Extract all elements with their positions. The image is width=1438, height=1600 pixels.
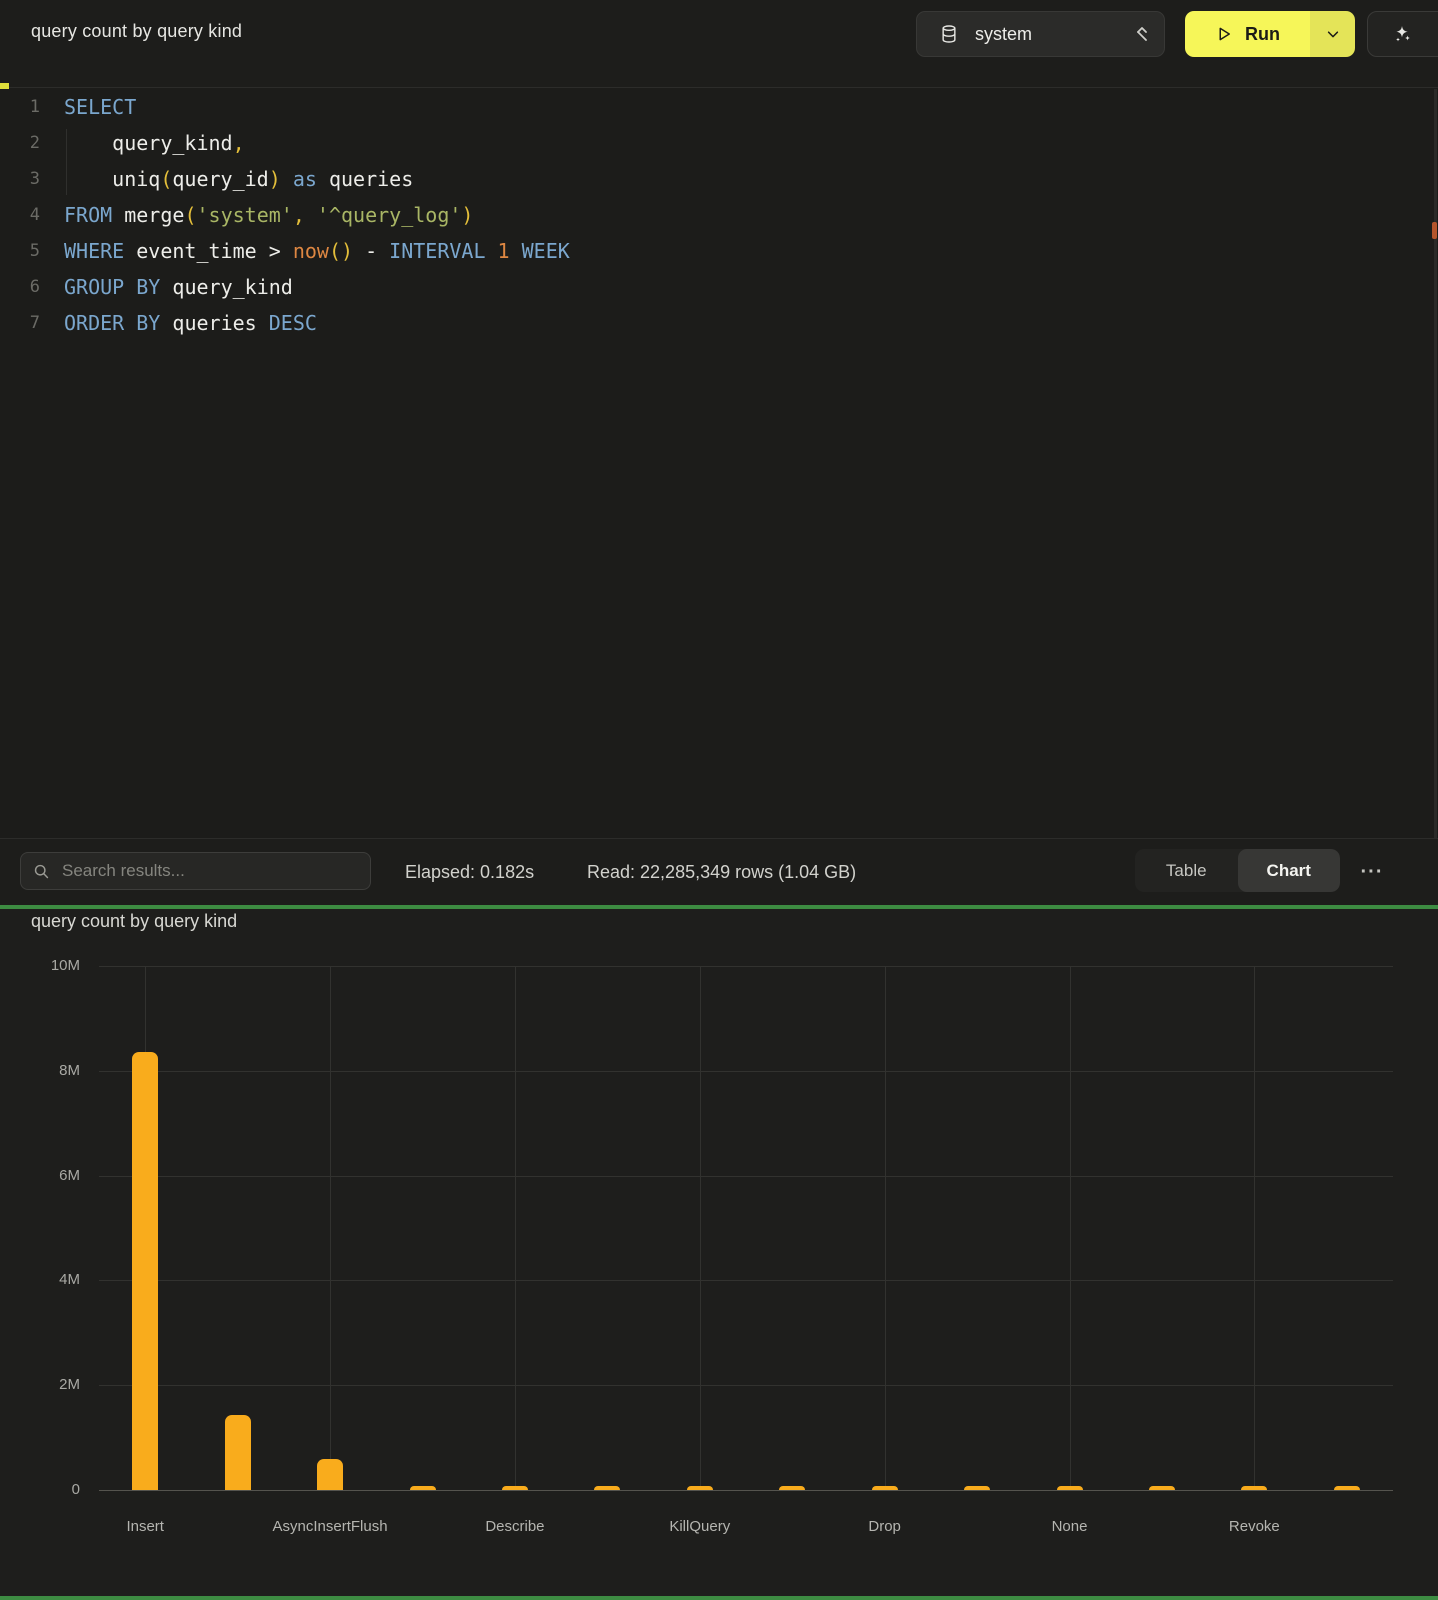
x-tick-label: None [980,1518,1160,1535]
search-icon [33,863,50,880]
y-tick-label: 8M [20,1062,80,1079]
tab-table[interactable]: Table [1135,849,1238,892]
gridline [99,1071,1393,1072]
chevron-down-icon [1326,27,1340,41]
play-icon [1215,25,1233,43]
line-number: 4 [0,197,40,233]
gridline [99,1385,1393,1386]
bar[interactable] [1057,1486,1083,1490]
bar[interactable] [410,1486,436,1490]
line-number: 5 [0,233,40,269]
database-selector[interactable]: system [916,11,1165,57]
query-tab-title: query count by query kind [31,21,242,42]
code-lines: 1SELECT2 query_kind,3 uniq(query_id) as … [0,89,1438,341]
code-line: 7ORDER BY queries DESC [0,305,1438,341]
bar[interactable] [502,1486,528,1490]
y-tick-label: 6M [20,1167,80,1184]
indent-guide [66,129,67,195]
top-bar: query count by query kind system [0,0,1438,88]
gridline [700,966,701,1490]
x-tick-label: Insert [55,1518,235,1535]
x-tick-label: KillQuery [610,1518,790,1535]
line-number: 1 [0,89,40,125]
run-options-button[interactable] [1310,11,1355,57]
bar[interactable] [317,1459,343,1490]
line-number: 2 [0,125,40,161]
code-line: 6GROUP BY query_kind [0,269,1438,305]
bar[interactable] [872,1486,898,1490]
bar[interactable] [1334,1486,1360,1490]
line-number: 7 [0,305,40,341]
database-icon [939,23,959,45]
run-button-label: Run [1245,24,1280,45]
y-tick-label: 2M [20,1376,80,1393]
database-selector-value: system [975,24,1134,45]
bar[interactable] [779,1486,805,1490]
gridline [885,966,886,1490]
code-line: 5WHERE event_time > now() - INTERVAL 1 W… [0,233,1438,269]
sql-console: query count by query kind system [0,0,1438,1600]
results-toolbar: Elapsed: 0.182s Read: 22,285,349 rows (1… [0,838,1438,905]
elapsed-stat: Elapsed: 0.182s [405,839,534,906]
view-toggle: Table Chart [1135,849,1340,892]
code-line: 1SELECT [0,89,1438,125]
ai-assistant-button[interactable] [1367,11,1438,57]
tab-chart[interactable]: Chart [1238,849,1341,892]
y-tick-label: 4M [20,1271,80,1288]
read-stat: Read: 22,285,349 rows (1.04 GB) [587,839,856,906]
y-tick-label: 0 [20,1481,80,1498]
chevron-updown-icon [1134,24,1150,44]
code-line: 4FROM merge('system', '^query_log') [0,197,1438,233]
gridline [515,966,516,1490]
run-button-group: Run [1185,11,1355,57]
code-line: 3 uniq(query_id) as queries [0,161,1438,197]
x-axis-line [99,1490,1393,1491]
bar[interactable] [964,1486,990,1490]
x-tick-label: AsyncInsertFlush [240,1518,420,1535]
x-tick-label: Describe [425,1518,605,1535]
bar[interactable] [132,1052,158,1490]
x-tick-label: Drop [795,1518,975,1535]
chart-panel: query count by query kind 0 2M 4M 6M 8M 10M In… [0,909,1438,1600]
x-tick-label: Revoke [1164,1518,1344,1535]
y-tick-label: 10M [20,957,80,974]
gridline [99,1176,1393,1177]
line-number: 6 [0,269,40,305]
more-options-button[interactable]: ··· [1354,839,1390,906]
code-line: 2 query_kind, [0,125,1438,161]
chart-title: query count by query kind [31,911,237,932]
gridline [330,966,331,1490]
bar[interactable] [1149,1486,1175,1490]
search-results-box [20,852,371,890]
gridline [99,1280,1393,1281]
bar[interactable] [594,1486,620,1490]
run-button[interactable]: Run [1185,11,1310,57]
sql-editor[interactable]: 1SELECT2 query_kind,3 uniq(query_id) as … [0,89,1438,838]
bar[interactable] [1241,1486,1267,1490]
gridline [1070,966,1071,1490]
line-number: 3 [0,161,40,197]
bar[interactable] [687,1486,713,1490]
bar[interactable] [225,1415,251,1490]
gridline [1254,966,1255,1490]
bottom-divider [0,1596,1438,1600]
scrollbar-annotation-mark [1432,222,1437,239]
gridline [99,966,1393,967]
search-results-input[interactable] [60,860,358,882]
sparkles-icon [1390,22,1414,46]
